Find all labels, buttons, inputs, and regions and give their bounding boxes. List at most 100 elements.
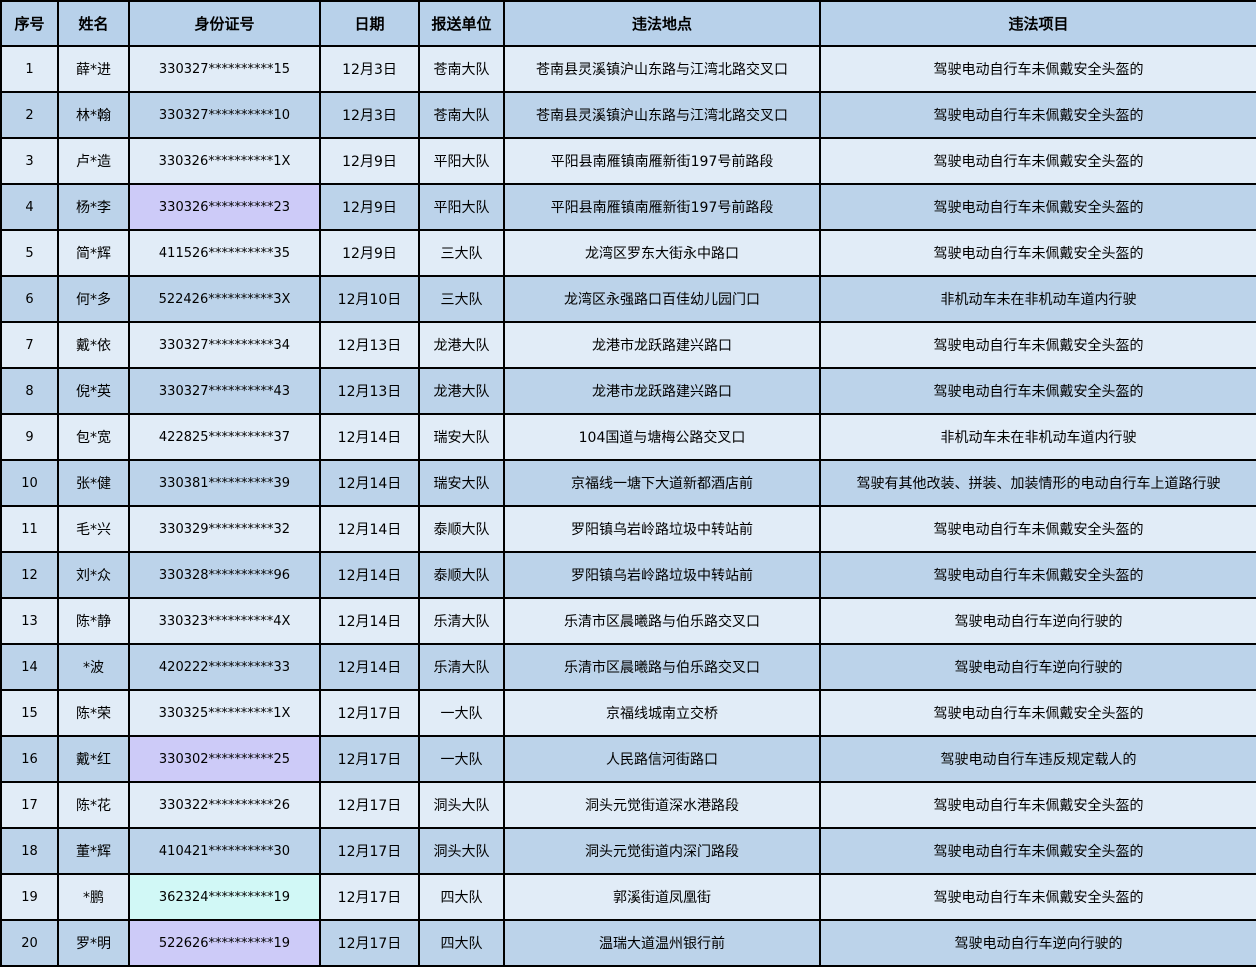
cell-place: 人民路信河街路口 bbox=[503, 735, 821, 783]
table-row: 10 张*健 330381**********39 12月14日 瑞安大队 京福线一塘下大… bbox=[0, 459, 1256, 507]
cell-name: 陈*荣 bbox=[57, 689, 130, 737]
cell-date: 12月13日 bbox=[319, 367, 420, 415]
cell-place: 温瑞大道温州银行前 bbox=[503, 919, 821, 967]
cell-id-number: 330327**********43 bbox=[128, 367, 321, 415]
cell-unit: 龙港大队 bbox=[418, 367, 505, 415]
header-row: 序号 姓名 身份证号 日期 报送单位 违法地点 违法项目 bbox=[0, 0, 1256, 47]
cell-place: 苍南县灵溪镇沪山东路与江湾北路交叉口 bbox=[503, 45, 821, 93]
cell-violation: 驾驶电动自行车未佩戴安全头盔的 bbox=[819, 91, 1256, 139]
cell-date: 12月14日 bbox=[319, 459, 420, 507]
cell-place: 龙湾区罗东大街永中路口 bbox=[503, 229, 821, 277]
table-row: 12 刘*众 330328**********96 12月14日 泰顺大队 罗阳镇乌岩岭路… bbox=[0, 551, 1256, 599]
cell-id-number: 330327**********10 bbox=[128, 91, 321, 139]
cell-place: 洞头元觉街道深水港路段 bbox=[503, 781, 821, 829]
cell-name: 罗*明 bbox=[57, 919, 130, 967]
cell-violation: 非机动车未在非机动车道内行驶 bbox=[819, 275, 1256, 323]
cell-place: 平阳县南雁镇南雁新街197号前路段 bbox=[503, 137, 821, 185]
table-row: 18 董*辉 410421**********30 12月17日 洞头大队 洞头元觉街道内… bbox=[0, 827, 1256, 875]
cell-unit: 平阳大队 bbox=[418, 137, 505, 185]
cell-violation: 驾驶电动自行车未佩戴安全头盔的 bbox=[819, 183, 1256, 231]
cell-date: 12月9日 bbox=[319, 137, 420, 185]
cell-place: 京福线一塘下大道新都酒店前 bbox=[503, 459, 821, 507]
cell-unit: 平阳大队 bbox=[418, 183, 505, 231]
cell-violation: 驾驶电动自行车未佩戴安全头盔的 bbox=[819, 689, 1256, 737]
cell-no: 2 bbox=[0, 91, 59, 139]
cell-no: 9 bbox=[0, 413, 59, 461]
cell-no: 8 bbox=[0, 367, 59, 415]
cell-no: 1 bbox=[0, 45, 59, 93]
cell-id-number: 330329**********32 bbox=[128, 505, 321, 553]
header-place: 违法地点 bbox=[503, 0, 821, 47]
cell-no: 13 bbox=[0, 597, 59, 645]
cell-id-number: 522426**********3X bbox=[128, 275, 321, 323]
cell-id-number: 330381**********39 bbox=[128, 459, 321, 507]
table-row: 11 毛*兴 330329**********32 12月14日 泰顺大队 罗阳镇乌岩岭路… bbox=[0, 505, 1256, 553]
cell-date: 12月17日 bbox=[319, 827, 420, 875]
cell-date: 12月17日 bbox=[319, 781, 420, 829]
cell-name: 毛*兴 bbox=[57, 505, 130, 553]
cell-place: 龙湾区永强路口百佳幼儿园门口 bbox=[503, 275, 821, 323]
cell-name: 陈*花 bbox=[57, 781, 130, 829]
table-row: 16 戴*红 330302**********25 12月17日 一大队 人民路信河街路口… bbox=[0, 735, 1256, 783]
cell-id-number: 330302**********25 bbox=[128, 735, 321, 783]
cell-violation: 驾驶电动自行车未佩戴安全头盔的 bbox=[819, 505, 1256, 553]
cell-no: 4 bbox=[0, 183, 59, 231]
table-row: 8 倪*英 330327**********43 12月13日 龙港大队 龙港市龙跃路建兴… bbox=[0, 367, 1256, 415]
cell-unit: 三大队 bbox=[418, 275, 505, 323]
cell-unit: 洞头大队 bbox=[418, 827, 505, 875]
cell-id-number: 411526**********35 bbox=[128, 229, 321, 277]
table-row: 20 罗*明 522626**********19 12月17日 四大队 温瑞大道温州银行… bbox=[0, 919, 1256, 967]
cell-no: 10 bbox=[0, 459, 59, 507]
cell-unit: 泰顺大队 bbox=[418, 551, 505, 599]
cell-violation: 驾驶电动自行车逆向行驶的 bbox=[819, 597, 1256, 645]
cell-unit: 四大队 bbox=[418, 919, 505, 967]
cell-id-number: 330327**********34 bbox=[128, 321, 321, 369]
cell-unit: 苍南大队 bbox=[418, 45, 505, 93]
table-row: 19 *鹏 362324**********19 12月17日 四大队 郭溪街道凤凰街 驾驶… bbox=[0, 873, 1256, 921]
cell-id-number: 330326**********23 bbox=[128, 183, 321, 231]
cell-id-number: 522626**********19 bbox=[128, 919, 321, 967]
cell-violation: 驾驶电动自行车未佩戴安全头盔的 bbox=[819, 321, 1256, 369]
cell-place: 乐清市区晨曦路与伯乐路交叉口 bbox=[503, 643, 821, 691]
cell-id-number: 330323**********4X bbox=[128, 597, 321, 645]
cell-violation: 驾驶电动自行车未佩戴安全头盔的 bbox=[819, 551, 1256, 599]
cell-place: 京福线城南立交桥 bbox=[503, 689, 821, 737]
cell-no: 20 bbox=[0, 919, 59, 967]
cell-no: 19 bbox=[0, 873, 59, 921]
cell-place: 罗阳镇乌岩岭路垃圾中转站前 bbox=[503, 505, 821, 553]
cell-name: 倪*英 bbox=[57, 367, 130, 415]
header-name: 姓名 bbox=[57, 0, 130, 47]
cell-name: 董*辉 bbox=[57, 827, 130, 875]
cell-unit: 三大队 bbox=[418, 229, 505, 277]
cell-no: 11 bbox=[0, 505, 59, 553]
cell-no: 3 bbox=[0, 137, 59, 185]
table-row: 13 陈*静 330323**********4X 12月14日 乐清大队 乐清市区晨曦路… bbox=[0, 597, 1256, 645]
cell-date: 12月14日 bbox=[319, 505, 420, 553]
cell-date: 12月14日 bbox=[319, 597, 420, 645]
header-unit: 报送单位 bbox=[418, 0, 505, 47]
cell-violation: 驾驶电动自行车未佩戴安全头盔的 bbox=[819, 873, 1256, 921]
table-row: 7 戴*依 330327**********34 12月13日 龙港大队 龙港市龙跃路建兴… bbox=[0, 321, 1256, 369]
cell-violation: 驾驶电动自行车逆向行驶的 bbox=[819, 919, 1256, 967]
cell-violation: 驾驶电动自行车未佩戴安全头盔的 bbox=[819, 45, 1256, 93]
cell-no: 12 bbox=[0, 551, 59, 599]
cell-name: 简*辉 bbox=[57, 229, 130, 277]
cell-date: 12月14日 bbox=[319, 643, 420, 691]
cell-violation: 驾驶电动自行车未佩戴安全头盔的 bbox=[819, 367, 1256, 415]
cell-unit: 一大队 bbox=[418, 689, 505, 737]
cell-id-number: 330322**********26 bbox=[128, 781, 321, 829]
cell-place: 洞头元觉街道内深门路段 bbox=[503, 827, 821, 875]
cell-date: 12月17日 bbox=[319, 919, 420, 967]
table-row: 1 薛*进 330327**********15 12月3日 苍南大队 苍南县灵溪镇沪山东… bbox=[0, 45, 1256, 93]
table-row: 5 简*辉 411526**********35 12月9日 三大队 龙湾区罗东大街永中路… bbox=[0, 229, 1256, 277]
cell-id-number: 420222**********33 bbox=[128, 643, 321, 691]
cell-place: 平阳县南雁镇南雁新街197号前路段 bbox=[503, 183, 821, 231]
cell-no: 16 bbox=[0, 735, 59, 783]
cell-name: 林*翰 bbox=[57, 91, 130, 139]
cell-no: 18 bbox=[0, 827, 59, 875]
cell-no: 14 bbox=[0, 643, 59, 691]
table-row: 17 陈*花 330322**********26 12月17日 洞头大队 洞头元觉街道深… bbox=[0, 781, 1256, 829]
cell-id-number: 362324**********19 bbox=[128, 873, 321, 921]
cell-id-number: 330326**********1X bbox=[128, 137, 321, 185]
cell-violation: 驾驶电动自行车未佩戴安全头盔的 bbox=[819, 229, 1256, 277]
